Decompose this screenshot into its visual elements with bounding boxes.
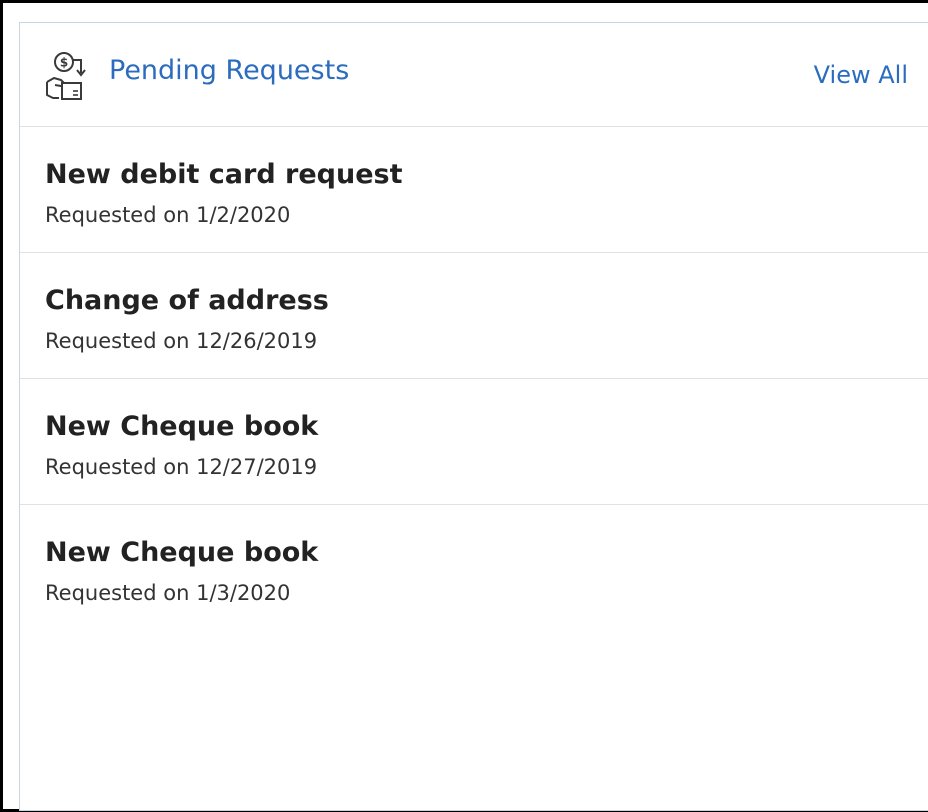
list-item[interactable]: New Cheque book Requested on 1/3/2020	[20, 505, 928, 631]
request-date-prefix: Requested on	[45, 581, 190, 605]
list-item[interactable]: New debit card request Requested on 1/2/…	[20, 127, 928, 253]
request-date: 1/3/2020	[196, 581, 291, 605]
money-request-icon: $	[43, 51, 89, 101]
request-date-line: Requested on 12/26/2019	[45, 329, 317, 353]
card-title: Pending Requests	[109, 55, 350, 86]
request-date-line: Requested on 1/2/2020	[45, 203, 290, 227]
request-date: 12/26/2019	[196, 329, 318, 353]
svg-text:$: $	[60, 56, 68, 70]
request-title: New Cheque book	[45, 411, 319, 442]
request-title: New Cheque book	[45, 537, 319, 568]
list-item[interactable]: Change of address Requested on 12/26/201…	[20, 253, 928, 379]
request-title: Change of address	[45, 285, 329, 316]
request-date: 12/27/2019	[196, 455, 318, 479]
request-date-line: Requested on 1/3/2020	[45, 581, 290, 605]
pending-requests-card: $ Pending Requests View All New debit ca…	[19, 22, 928, 811]
screenshot-frame: $ Pending Requests View All New debit ca…	[0, 0, 928, 812]
request-date: 1/2/2020	[196, 203, 291, 227]
request-title: New debit card request	[45, 159, 403, 190]
view-all-link[interactable]: View All	[814, 61, 908, 89]
request-date-prefix: Requested on	[45, 203, 190, 227]
request-date-prefix: Requested on	[45, 455, 190, 479]
list-item[interactable]: New Cheque book Requested on 12/27/2019	[20, 379, 928, 505]
pending-requests-list: New debit card request Requested on 1/2/…	[20, 127, 928, 631]
card-header: $ Pending Requests View All	[20, 23, 928, 127]
request-date-line: Requested on 12/27/2019	[45, 455, 317, 479]
request-date-prefix: Requested on	[45, 329, 190, 353]
